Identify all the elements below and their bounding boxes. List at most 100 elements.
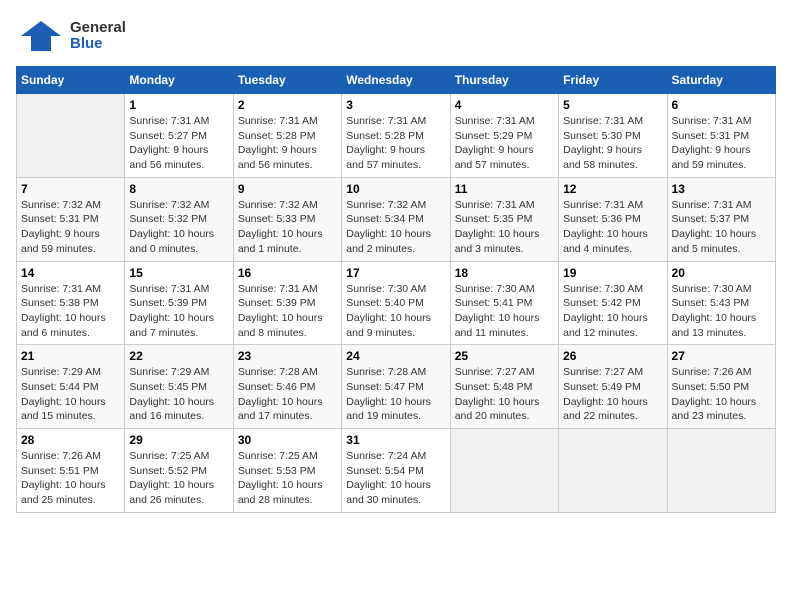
day-info: Sunrise: 7:25 AM Sunset: 5:53 PM Dayligh… — [238, 449, 337, 508]
calendar-cell: 1 Sunrise: 7:31 AM Sunset: 5:27 PM Daylig… — [125, 94, 233, 178]
calendar-week-row: 21Sunrise: 7:29 AM Sunset: 5:44 PM Dayli… — [17, 345, 776, 429]
calendar-cell: 18 Sunrise: 7:30 AM Sunset: 5:41 PM Dayli… — [450, 261, 558, 345]
page-header: GeneralBlue — [16, 16, 776, 56]
day-number: 8 — [129, 182, 228, 196]
day-info: Sunrise: 7:30 AM Sunset: 5:40 PM Dayligh… — [346, 282, 445, 341]
calendar-cell: 30 Sunrise: 7:25 AM Sunset: 5:53 PM Dayli… — [233, 429, 341, 513]
logo-text: GeneralBlue — [70, 20, 126, 53]
calendar-cell: 3 Sunrise: 7:31 AM Sunset: 5:28 PM Daylig… — [342, 94, 450, 178]
day-info: Sunrise: 7:29 AM Sunset: 5:45 PM Dayligh… — [129, 365, 228, 424]
weekday-header-monday: Monday — [125, 67, 233, 94]
day-number: 28 — [21, 433, 120, 447]
day-info: Sunrise: 7:28 AM Sunset: 5:47 PM Dayligh… — [346, 365, 445, 424]
day-info: Sunrise: 7:31 AM Sunset: 5:30 PM Dayligh… — [563, 114, 662, 173]
day-info: Sunrise: 7:31 AM Sunset: 5:29 PM Dayligh… — [455, 114, 554, 173]
day-info: Sunrise: 7:25 AM Sunset: 5:52 PM Dayligh… — [129, 449, 228, 508]
day-info: Sunrise: 7:32 AM Sunset: 5:31 PM Dayligh… — [21, 198, 120, 257]
calendar-cell: 20 Sunrise: 7:30 AM Sunset: 5:43 PM Dayli… — [667, 261, 775, 345]
calendar-cell: 24 Sunrise: 7:28 AM Sunset: 5:47 PM Dayli… — [342, 345, 450, 429]
day-info: Sunrise: 7:30 AM Sunset: 5:42 PM Dayligh… — [563, 282, 662, 341]
calendar-cell: 22Sunrise: 7:29 AM Sunset: 5:45 PM Dayli… — [125, 345, 233, 429]
day-number: 1 — [129, 98, 228, 112]
calendar-cell: 19 Sunrise: 7:30 AM Sunset: 5:42 PM Dayli… — [559, 261, 667, 345]
weekday-header-sunday: Sunday — [17, 67, 125, 94]
day-info: Sunrise: 7:27 AM Sunset: 5:49 PM Dayligh… — [563, 365, 662, 424]
day-number: 3 — [346, 98, 445, 112]
calendar-cell: 26 Sunrise: 7:27 AM Sunset: 5:49 PM Dayli… — [559, 345, 667, 429]
day-number: 13 — [672, 182, 771, 196]
day-info: Sunrise: 7:27 AM Sunset: 5:48 PM Dayligh… — [455, 365, 554, 424]
day-info: Sunrise: 7:31 AM Sunset: 5:31 PM Dayligh… — [672, 114, 771, 173]
day-info: Sunrise: 7:31 AM Sunset: 5:39 PM Dayligh… — [238, 282, 337, 341]
day-number: 21 — [21, 349, 120, 363]
day-number: 29 — [129, 433, 228, 447]
calendar-cell: 6 Sunrise: 7:31 AM Sunset: 5:31 PM Daylig… — [667, 94, 775, 178]
day-info: Sunrise: 7:31 AM Sunset: 5:38 PM Dayligh… — [21, 282, 120, 341]
day-number: 12 — [563, 182, 662, 196]
calendar-cell — [17, 94, 125, 178]
calendar-cell: 5Sunrise: 7:31 AM Sunset: 5:30 PM Daylig… — [559, 94, 667, 178]
calendar-cell: 9 Sunrise: 7:32 AM Sunset: 5:33 PM Daylig… — [233, 177, 341, 261]
calendar-cell: 23Sunrise: 7:28 AM Sunset: 5:46 PM Dayli… — [233, 345, 341, 429]
calendar-cell — [450, 429, 558, 513]
weekday-header-row: SundayMondayTuesdayWednesdayThursdayFrid… — [17, 67, 776, 94]
calendar-cell: 17 Sunrise: 7:30 AM Sunset: 5:40 PM Dayli… — [342, 261, 450, 345]
calendar-cell: 31Sunrise: 7:24 AM Sunset: 5:54 PM Dayli… — [342, 429, 450, 513]
calendar-cell: 8Sunrise: 7:32 AM Sunset: 5:32 PM Daylig… — [125, 177, 233, 261]
day-number: 14 — [21, 266, 120, 280]
day-number: 20 — [672, 266, 771, 280]
calendar-table: SundayMondayTuesdayWednesdayThursdayFrid… — [16, 66, 776, 513]
day-number: 30 — [238, 433, 337, 447]
day-info: Sunrise: 7:26 AM Sunset: 5:51 PM Dayligh… — [21, 449, 120, 508]
weekday-header-friday: Friday — [559, 67, 667, 94]
day-info: Sunrise: 7:30 AM Sunset: 5:41 PM Dayligh… — [455, 282, 554, 341]
calendar-cell: 27 Sunrise: 7:26 AM Sunset: 5:50 PM Dayli… — [667, 345, 775, 429]
day-info: Sunrise: 7:31 AM Sunset: 5:27 PM Dayligh… — [129, 114, 228, 173]
calendar-week-row: 14 Sunrise: 7:31 AM Sunset: 5:38 PM Dayli… — [17, 261, 776, 345]
day-number: 26 — [563, 349, 662, 363]
day-number: 11 — [455, 182, 554, 196]
calendar-cell: 15 Sunrise: 7:31 AM Sunset: 5:39 PM Dayli… — [125, 261, 233, 345]
day-number: 2 — [238, 98, 337, 112]
logo: GeneralBlue — [16, 16, 126, 56]
calendar-cell: 29 Sunrise: 7:25 AM Sunset: 5:52 PM Dayli… — [125, 429, 233, 513]
calendar-cell: 4 Sunrise: 7:31 AM Sunset: 5:29 PM Daylig… — [450, 94, 558, 178]
calendar-cell: 28 Sunrise: 7:26 AM Sunset: 5:51 PM Dayli… — [17, 429, 125, 513]
calendar-cell: 7Sunrise: 7:32 AM Sunset: 5:31 PM Daylig… — [17, 177, 125, 261]
day-info: Sunrise: 7:31 AM Sunset: 5:39 PM Dayligh… — [129, 282, 228, 341]
calendar-cell: 16 Sunrise: 7:31 AM Sunset: 5:39 PM Dayli… — [233, 261, 341, 345]
day-number: 4 — [455, 98, 554, 112]
day-number: 17 — [346, 266, 445, 280]
day-info: Sunrise: 7:30 AM Sunset: 5:43 PM Dayligh… — [672, 282, 771, 341]
calendar-cell: 12Sunrise: 7:31 AM Sunset: 5:36 PM Dayli… — [559, 177, 667, 261]
weekday-header-saturday: Saturday — [667, 67, 775, 94]
day-number: 6 — [672, 98, 771, 112]
day-number: 24 — [346, 349, 445, 363]
logo-icon — [16, 16, 66, 56]
day-info: Sunrise: 7:31 AM Sunset: 5:35 PM Dayligh… — [455, 198, 554, 257]
calendar-week-row: 7Sunrise: 7:32 AM Sunset: 5:31 PM Daylig… — [17, 177, 776, 261]
day-number: 16 — [238, 266, 337, 280]
day-number: 18 — [455, 266, 554, 280]
day-info: Sunrise: 7:24 AM Sunset: 5:54 PM Dayligh… — [346, 449, 445, 508]
day-info: Sunrise: 7:32 AM Sunset: 5:34 PM Dayligh… — [346, 198, 445, 257]
day-number: 23 — [238, 349, 337, 363]
calendar-cell: 25Sunrise: 7:27 AM Sunset: 5:48 PM Dayli… — [450, 345, 558, 429]
day-info: Sunrise: 7:31 AM Sunset: 5:37 PM Dayligh… — [672, 198, 771, 257]
calendar-week-row: 1 Sunrise: 7:31 AM Sunset: 5:27 PM Daylig… — [17, 94, 776, 178]
calendar-cell: 2 Sunrise: 7:31 AM Sunset: 5:28 PM Daylig… — [233, 94, 341, 178]
calendar-cell: 10Sunrise: 7:32 AM Sunset: 5:34 PM Dayli… — [342, 177, 450, 261]
calendar-cell — [667, 429, 775, 513]
day-number: 9 — [238, 182, 337, 196]
day-number: 27 — [672, 349, 771, 363]
calendar-cell — [559, 429, 667, 513]
day-info: Sunrise: 7:31 AM Sunset: 5:28 PM Dayligh… — [346, 114, 445, 173]
day-info: Sunrise: 7:32 AM Sunset: 5:33 PM Dayligh… — [238, 198, 337, 257]
calendar-week-row: 28 Sunrise: 7:26 AM Sunset: 5:51 PM Dayli… — [17, 429, 776, 513]
day-info: Sunrise: 7:31 AM Sunset: 5:28 PM Dayligh… — [238, 114, 337, 173]
logo-blue: Blue — [70, 36, 126, 53]
day-number: 19 — [563, 266, 662, 280]
day-number: 15 — [129, 266, 228, 280]
day-info: Sunrise: 7:26 AM Sunset: 5:50 PM Dayligh… — [672, 365, 771, 424]
calendar-cell: 14 Sunrise: 7:31 AM Sunset: 5:38 PM Dayli… — [17, 261, 125, 345]
